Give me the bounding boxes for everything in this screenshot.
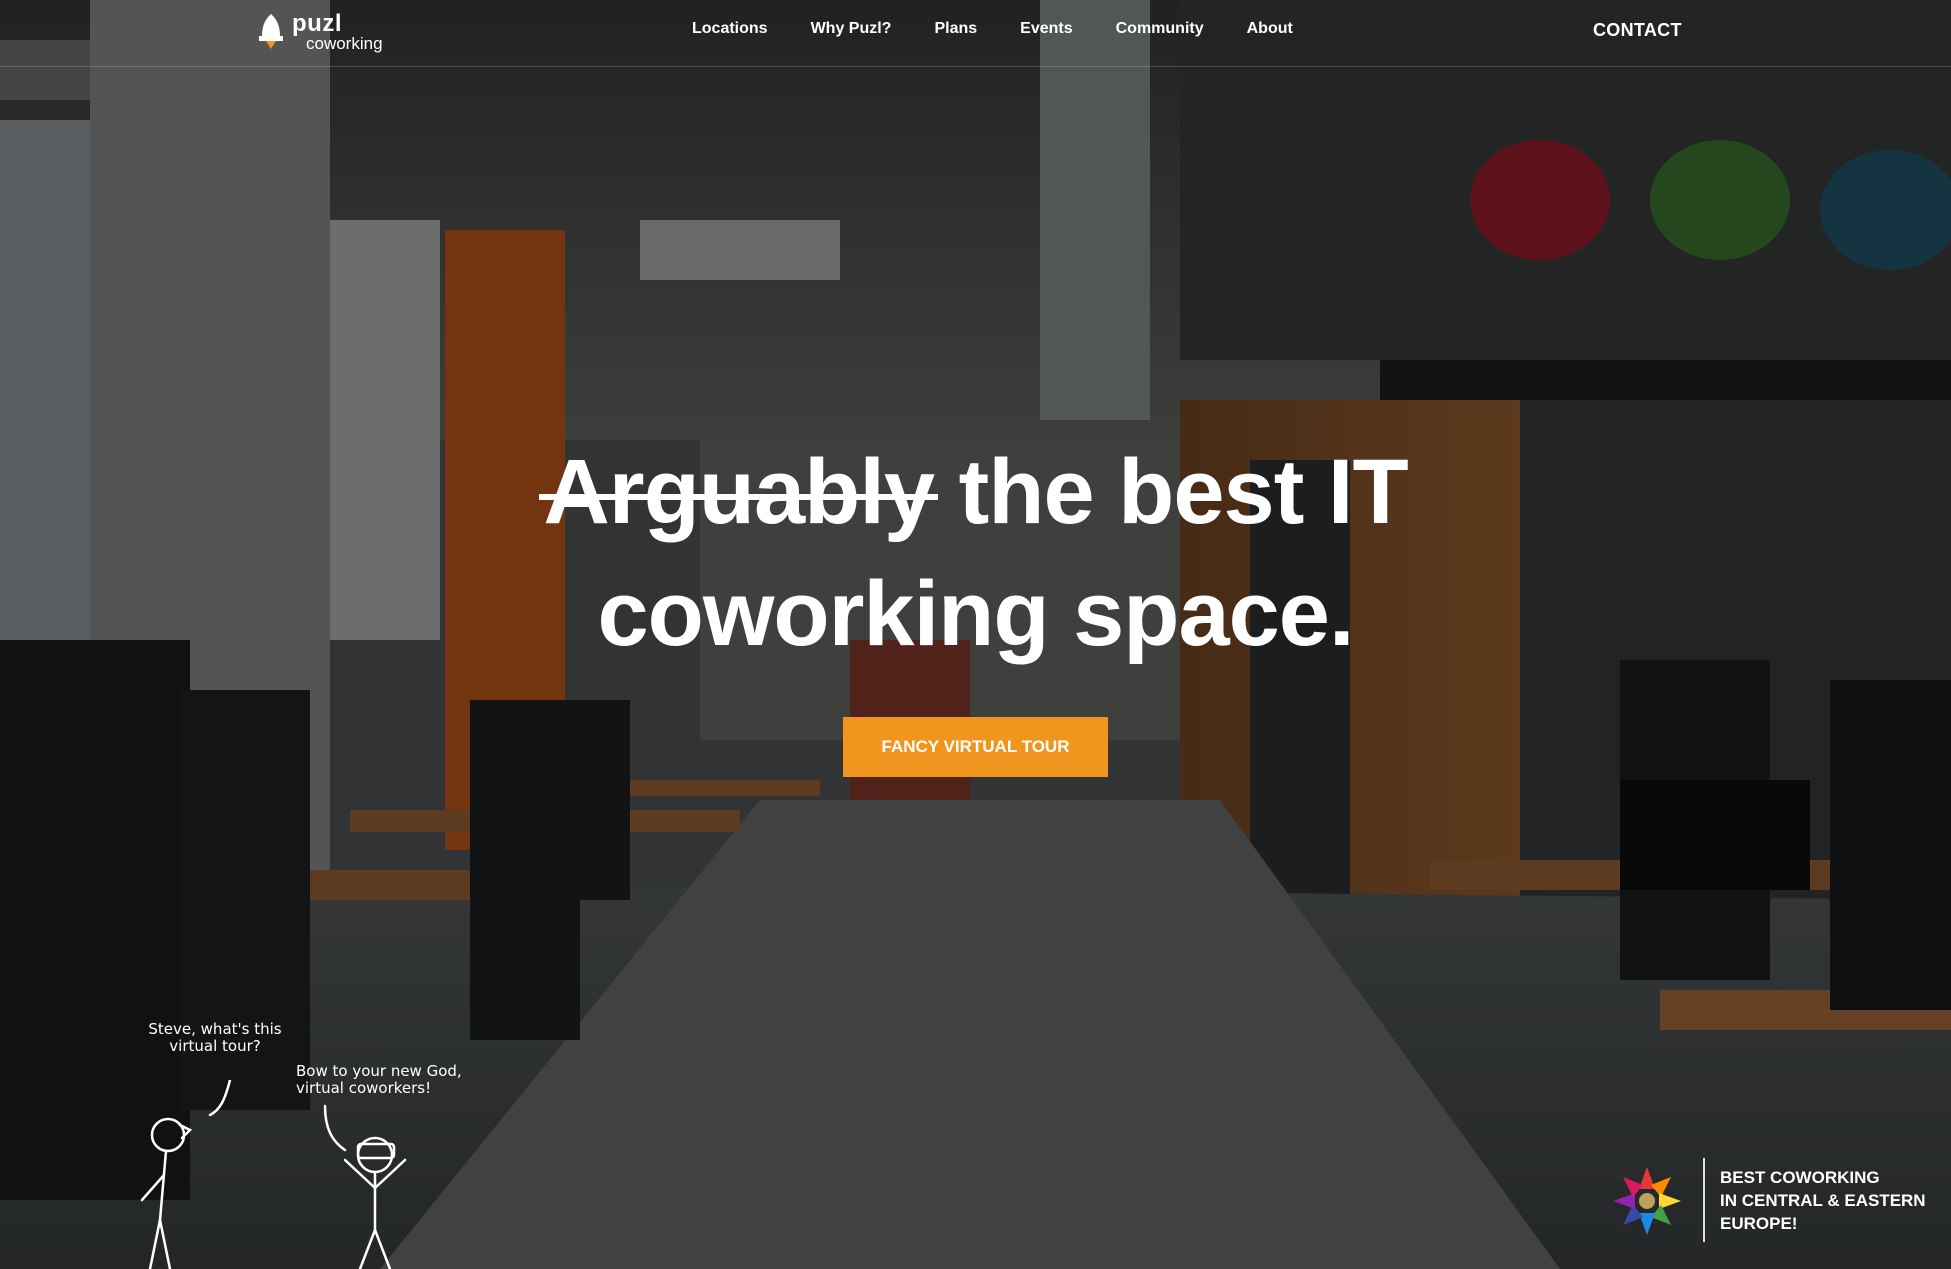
puzl-logo[interactable]: puzl coworking <box>254 10 384 53</box>
rocket-logo-icon <box>259 14 283 49</box>
headline-rest: the best IT <box>934 441 1409 543</box>
logo-secondary-text: coworking <box>306 34 383 53</box>
main-menu: Locations Why Puzl? Plans Events Communi… <box>692 20 1293 38</box>
award-divider <box>1703 1158 1705 1242</box>
award-star-icon <box>1613 1167 1681 1235</box>
hero-headline-line2: coworking space. <box>597 563 1354 665</box>
stick-figures-illustration <box>140 1080 407 1269</box>
hero-headline-line1: Arguably the best IT <box>0 446 1951 538</box>
award-line2: IN CENTRAL & EASTERN <box>1720 1191 1926 1210</box>
bubble-left-line2: virtual tour? <box>169 1037 261 1056</box>
award-badge: BEST COWORKING IN CENTRAL & EASTERN EURO… <box>1612 1158 1942 1242</box>
nav-item-plans[interactable]: Plans <box>934 20 977 38</box>
nav-item-about[interactable]: About <box>1247 20 1293 38</box>
nav-item-locations[interactable]: Locations <box>692 20 768 38</box>
nav-item-community[interactable]: Community <box>1116 20 1204 38</box>
speech-bubble-left: Steve, what's this virtual tour? <box>140 1020 290 1056</box>
bubble-right-line1: Bow to your new God, <box>296 1062 462 1080</box>
nav-item-events[interactable]: Events <box>1020 20 1072 38</box>
award-text: BEST COWORKING IN CENTRAL & EASTERN EURO… <box>1720 1166 1926 1235</box>
struck-word: Arguably <box>539 441 938 543</box>
contact-link[interactable]: CONTACT <box>1593 20 1682 41</box>
award-line1: BEST COWORKING <box>1720 1168 1880 1187</box>
virtual-tour-button[interactable]: FANCY VIRTUAL TOUR <box>843 717 1108 777</box>
award-line3: EUROPE! <box>1720 1214 1798 1233</box>
top-navigation: puzl coworking Locations Why Puzl? Plans… <box>0 0 1951 67</box>
nav-item-why-puzl[interactable]: Why Puzl? <box>811 20 892 38</box>
bubble-left-line1: Steve, what's this <box>148 1020 282 1038</box>
